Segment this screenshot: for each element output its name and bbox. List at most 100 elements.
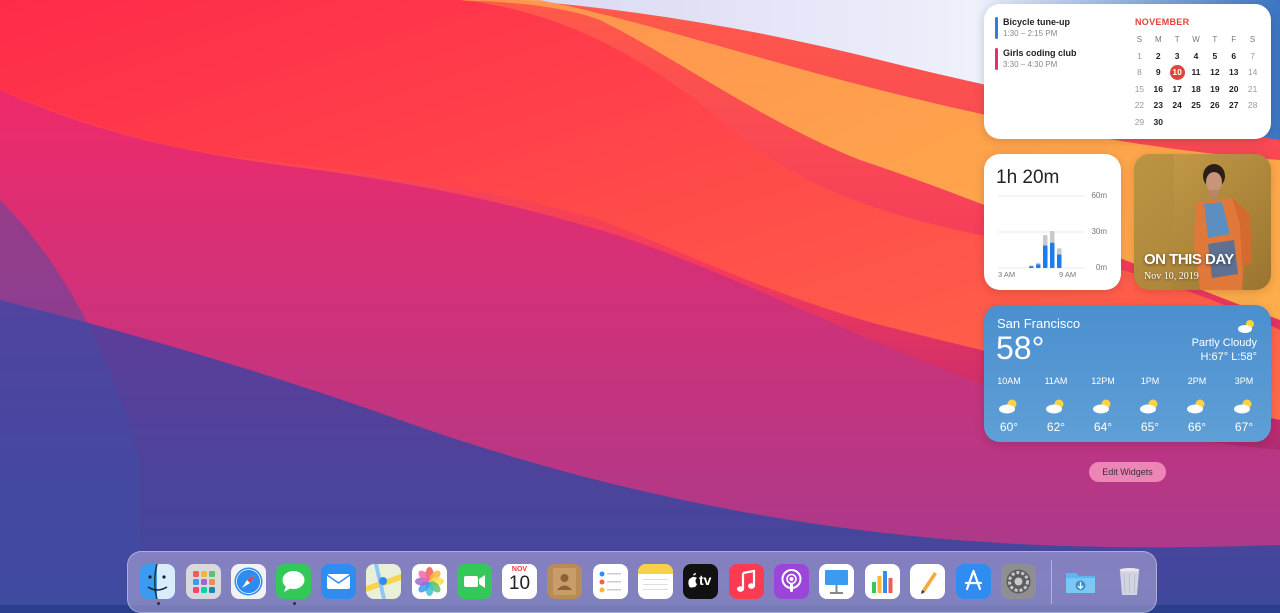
mail-icon[interactable] bbox=[321, 564, 356, 599]
weather-condition: Partly Cloudy bbox=[1191, 337, 1257, 349]
contacts-icon[interactable] bbox=[547, 564, 582, 599]
reminders-icon[interactable] bbox=[593, 564, 628, 599]
keynote-icon[interactable] bbox=[819, 564, 854, 599]
event-title: Bicycle tune-up bbox=[1003, 17, 1071, 27]
weather-high-low: H:67° L:58° bbox=[1200, 351, 1258, 363]
weather-hour-time: 11AM bbox=[1044, 376, 1068, 386]
system-preferences-icon[interactable] bbox=[1001, 564, 1036, 599]
calendar-week-row: 8 9 10 11 12 13 14 bbox=[1130, 64, 1262, 81]
calendar-icon[interactable]: NOV 10 bbox=[502, 564, 537, 599]
calendar-day[interactable]: 15 bbox=[1130, 84, 1149, 94]
tv-icon-label: tv bbox=[699, 572, 712, 588]
calendar-day[interactable]: 14 bbox=[1243, 67, 1262, 77]
calendar-day[interactable]: 2 bbox=[1149, 51, 1168, 61]
calendar-day[interactable]: 16 bbox=[1149, 84, 1168, 94]
weather-widget[interactable]: San Francisco 58° Partly Cloudy H:67° L:… bbox=[984, 305, 1271, 442]
calendar-day[interactable]: 6 bbox=[1224, 51, 1243, 61]
calendar-day[interactable]: 12 bbox=[1205, 67, 1224, 77]
partly-cloudy-icon bbox=[1237, 319, 1257, 338]
calendar-day[interactable]: 28 bbox=[1243, 100, 1262, 110]
event-color-bar bbox=[995, 17, 998, 39]
calendar-event[interactable]: Bicycle tune-up 1:30 – 2:15 PM bbox=[995, 16, 1115, 39]
notes-icon[interactable] bbox=[638, 564, 673, 599]
calendar-day[interactable]: 4 bbox=[1187, 51, 1206, 61]
maps-icon[interactable] bbox=[366, 564, 401, 599]
weather-hourly-forecast: 10AM 60° 11AM 62° 12PM 64° 1PM 65° 2PM 66° 3PM 67° bbox=[984, 376, 1271, 434]
app-store-icon[interactable] bbox=[956, 564, 991, 599]
partly-cloudy-icon bbox=[1041, 398, 1071, 416]
calendar-day[interactable]: 10 bbox=[1168, 64, 1187, 80]
calendar-events: Bicycle tune-up 1:30 – 2:15 PM Girls cod… bbox=[995, 16, 1115, 78]
calendar-weekday-label: F bbox=[1231, 34, 1237, 44]
calendar-month: NOVEMBER bbox=[1135, 17, 1190, 27]
weather-hour-temp: 66° bbox=[1187, 420, 1207, 434]
music-icon[interactable] bbox=[729, 564, 764, 599]
photos-widget[interactable]: ON THIS DAY Nov 10, 2019 bbox=[1134, 154, 1271, 290]
calendar-weekday-label: T bbox=[1212, 34, 1218, 44]
chart-bar bbox=[1050, 242, 1055, 268]
calendar-day[interactable]: 21 bbox=[1243, 84, 1262, 94]
weather-hour-temp: 62° bbox=[1046, 420, 1066, 434]
calendar-day[interactable]: 22 bbox=[1130, 100, 1149, 110]
calendar-day[interactable]: 29 bbox=[1130, 117, 1149, 127]
calendar-day[interactable]: 5 bbox=[1205, 51, 1224, 61]
calendar-day[interactable]: 11 bbox=[1187, 67, 1206, 77]
weather-hour: 10AM 60° bbox=[994, 376, 1024, 434]
weather-current-temp: 58° bbox=[996, 330, 1045, 366]
screen-time-widget[interactable]: 1h 20m 60m 30m 0m 3 AM 9 AM bbox=[984, 154, 1121, 290]
screen-time-y-label: 30m bbox=[1091, 227, 1107, 236]
pages-icon[interactable] bbox=[910, 564, 945, 599]
calendar-day[interactable]: 26 bbox=[1205, 100, 1224, 110]
partly-cloudy-icon bbox=[1088, 398, 1118, 416]
calendar-day[interactable]: 13 bbox=[1224, 67, 1243, 77]
calendar-day[interactable]: 18 bbox=[1187, 84, 1206, 94]
screen-time-y-label: 0m bbox=[1095, 263, 1107, 272]
chart-bar bbox=[1057, 254, 1062, 268]
screen-time-x-label: 3 AM bbox=[998, 270, 1016, 279]
calendar-day[interactable]: 23 bbox=[1149, 100, 1168, 110]
safari-icon[interactable] bbox=[231, 564, 266, 599]
numbers-icon[interactable] bbox=[865, 564, 900, 599]
calendar-event[interactable]: Girls coding club 3:30 – 4:30 PM bbox=[995, 47, 1115, 70]
calendar-day[interactable]: 7 bbox=[1243, 51, 1262, 61]
weather-city: San Francisco bbox=[997, 316, 1081, 331]
weather-hour-temp: 65° bbox=[1140, 420, 1160, 434]
calendar-day[interactable]: 20 bbox=[1224, 84, 1243, 94]
screen-time-y-label: 60m bbox=[1091, 191, 1107, 200]
weather-hour: 12PM 64° bbox=[1088, 376, 1118, 434]
calendar-day[interactable]: 19 bbox=[1205, 84, 1224, 94]
downloads-folder-icon[interactable] bbox=[1063, 564, 1098, 599]
weather-hour-temp: 67° bbox=[1234, 420, 1254, 434]
calendar-day[interactable]: 25 bbox=[1187, 100, 1206, 110]
weather-hour-time: 2PM bbox=[1187, 376, 1207, 386]
launchpad-icon[interactable] bbox=[186, 564, 221, 599]
weather-hour-time: 10AM bbox=[997, 376, 1021, 386]
memory-photo bbox=[1134, 154, 1271, 290]
podcasts-icon[interactable] bbox=[774, 564, 809, 599]
calendar-day[interactable]: 8 bbox=[1130, 67, 1149, 77]
calendar-day[interactable]: 3 bbox=[1168, 51, 1187, 61]
dock: NOV 10 tv bbox=[127, 551, 1157, 613]
calendar-weekday-label: S bbox=[1249, 34, 1256, 44]
messages-icon[interactable] bbox=[276, 564, 311, 599]
weather-hour-temp: 64° bbox=[1093, 420, 1113, 434]
chart-bar bbox=[1029, 266, 1034, 268]
trash-icon[interactable] bbox=[1112, 564, 1147, 599]
calendar-day[interactable]: 9 bbox=[1149, 67, 1168, 77]
photos-icon[interactable] bbox=[412, 564, 447, 599]
calendar-widget[interactable]: Bicycle tune-up 1:30 – 2:15 PM Girls cod… bbox=[984, 4, 1271, 139]
finder-icon[interactable] bbox=[140, 564, 175, 599]
calendar-day[interactable]: 27 bbox=[1224, 100, 1243, 110]
tv-icon[interactable]: tv bbox=[683, 564, 718, 599]
edit-widgets-button[interactable]: Edit Widgets bbox=[1089, 462, 1166, 482]
calendar-day[interactable]: 24 bbox=[1168, 100, 1187, 110]
screen-time-x-label: 9 AM bbox=[1059, 270, 1077, 279]
calendar-day[interactable]: 1 bbox=[1130, 51, 1149, 61]
weather-hour: 1PM 65° bbox=[1135, 376, 1165, 434]
facetime-icon[interactable] bbox=[457, 564, 492, 599]
calendar-weekday-label: T bbox=[1174, 34, 1180, 44]
calendar-day[interactable]: 17 bbox=[1168, 84, 1187, 94]
calendar-weekday-label: M bbox=[1154, 34, 1162, 44]
event-time: 1:30 – 2:15 PM bbox=[1003, 29, 1058, 38]
calendar-day[interactable]: 30 bbox=[1149, 117, 1168, 127]
